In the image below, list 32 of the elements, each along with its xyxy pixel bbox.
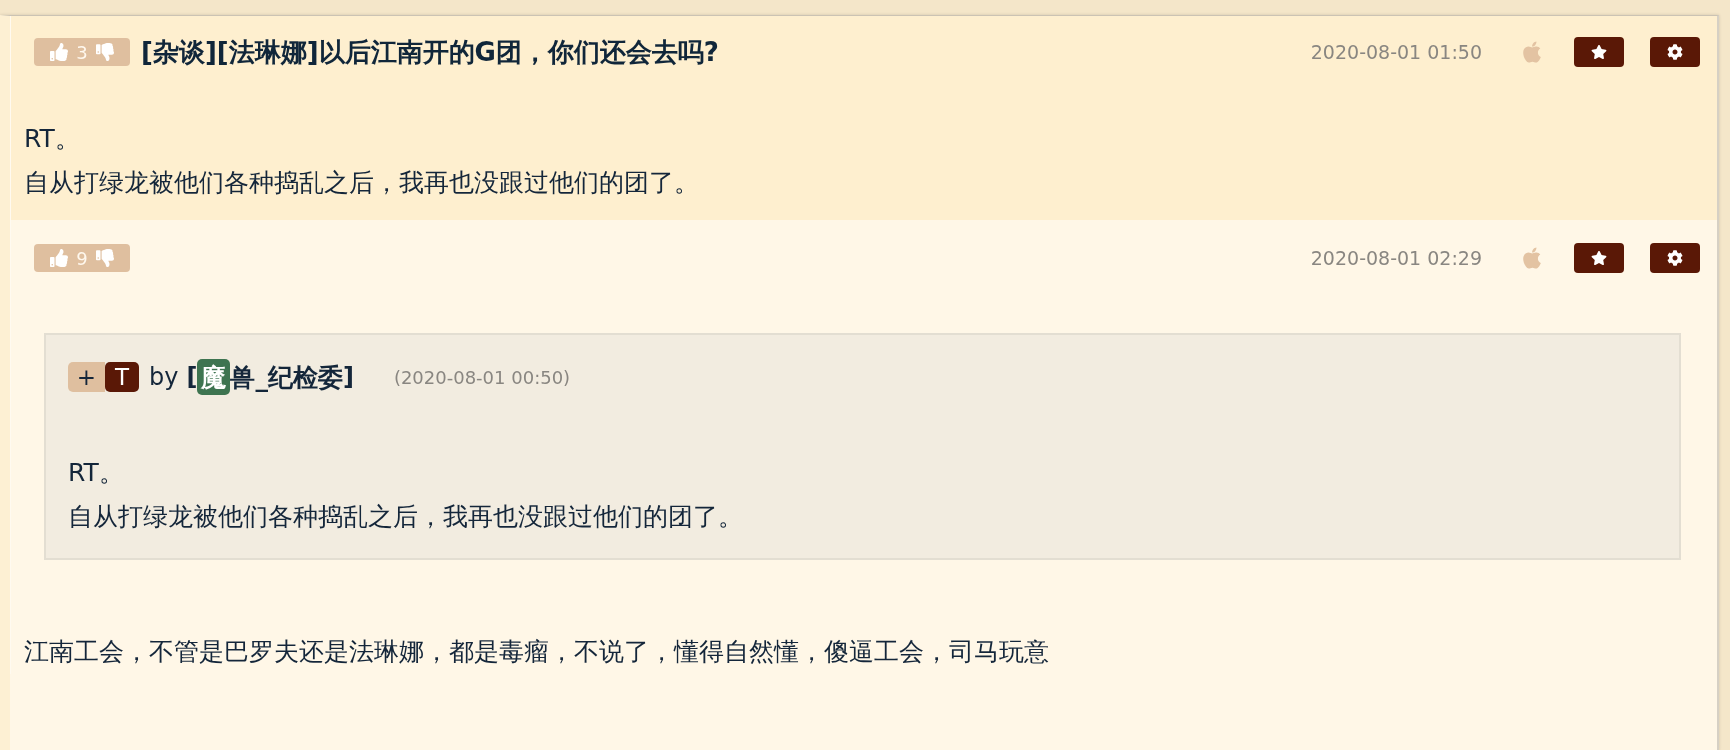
post-text: 江南工会，不管是巴罗夫还是法琳娜，都是毒瘤，不说了，懂得自然懂，傻逼工会，司马玩意 bbox=[24, 636, 1050, 668]
favorite-button[interactable] bbox=[1574, 37, 1624, 67]
settings-button[interactable] bbox=[1650, 37, 1700, 67]
bracket: [ bbox=[186, 363, 198, 391]
thumbs-up-icon[interactable] bbox=[50, 43, 69, 61]
post-title: [杂谈][法琳娜]以后江南开的G团，你们还会去吗? bbox=[141, 35, 719, 69]
author-link[interactable]: 兽_纪检委 bbox=[230, 360, 343, 394]
by-label: by bbox=[149, 363, 179, 391]
vote-count: 3 bbox=[76, 41, 88, 63]
post-time: 2020-08-01 01:50 bbox=[1310, 41, 1482, 63]
vote-count: 9 bbox=[76, 247, 88, 269]
thumbs-down-icon[interactable] bbox=[95, 249, 114, 267]
quote-tag[interactable]: + bbox=[68, 362, 105, 392]
settings-icon bbox=[1667, 250, 1683, 266]
quote-time: (2020-08-01 00:50) bbox=[393, 366, 571, 388]
author-badge: 魔 bbox=[197, 359, 231, 395]
thumbs-up-icon[interactable] bbox=[50, 249, 69, 267]
post-text: 自从打绿龙被他们各种捣乱之后，我再也没跟过他们的团了。 bbox=[24, 167, 700, 199]
star-icon bbox=[1591, 250, 1607, 266]
settings-button[interactable] bbox=[1650, 243, 1700, 273]
settings-icon bbox=[1667, 44, 1683, 60]
quote-text: 自从打绿龙被他们各种捣乱之后，我再也没跟过他们的团了。 bbox=[68, 501, 744, 533]
quote-text: RT。 bbox=[68, 457, 125, 489]
quote-tag[interactable]: T bbox=[105, 362, 139, 392]
bracket: ] bbox=[342, 363, 354, 391]
thumbs-down-icon[interactable] bbox=[95, 43, 114, 61]
apple-icon bbox=[1520, 246, 1544, 270]
post-time: 2020-08-01 02:29 bbox=[1310, 247, 1482, 269]
star-icon bbox=[1591, 44, 1607, 60]
apple-icon bbox=[1520, 40, 1544, 64]
favorite-button[interactable] bbox=[1574, 243, 1624, 273]
post-text: RT。 bbox=[24, 123, 81, 155]
